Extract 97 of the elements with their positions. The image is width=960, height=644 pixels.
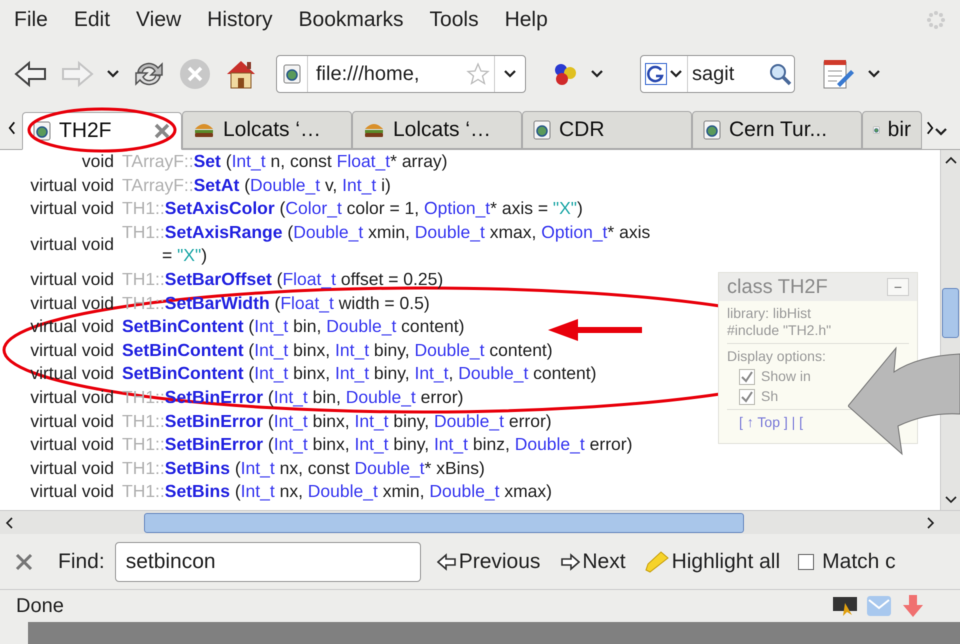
notepad-icon[interactable]	[821, 58, 855, 90]
library-text: library: libHist	[727, 305, 812, 322]
horizontal-scrollbar[interactable]	[0, 510, 960, 534]
menu-item[interactable]: Help	[504, 4, 548, 36]
tab-title: bir	[888, 117, 911, 144]
menu-item[interactable]: File	[14, 4, 48, 36]
search-icon[interactable]	[768, 62, 792, 86]
scroll-down-icon[interactable]	[944, 496, 956, 504]
burger-icon	[193, 121, 215, 139]
search-field[interactable]: sagit	[640, 55, 795, 93]
scrollbar-thumb[interactable]	[942, 288, 959, 338]
return-type: virtual void	[30, 433, 114, 456]
caret-icon[interactable]	[590, 69, 604, 79]
caret-icon[interactable]	[106, 69, 120, 79]
method-signature: TH1::SetBinError (Int_t binx, Int_t biny, Double_t error)	[122, 410, 552, 433]
checkbox[interactable]	[739, 388, 755, 404]
checkbox[interactable]	[739, 368, 755, 384]
method-signature: SetBinContent (Int_t binx, Int_t biny, Int_t, Double_t content)	[122, 362, 596, 386]
right-arrow-icon	[560, 552, 580, 570]
option-label: Sh	[761, 388, 778, 405]
browser-tab[interactable]: CDR	[522, 111, 692, 149]
menu-item[interactable]: Bookmarks	[298, 4, 404, 36]
page-icon	[33, 121, 51, 141]
caret-icon[interactable]	[867, 69, 881, 79]
tab-title: Cern Tur...	[729, 117, 828, 144]
close-icon[interactable]	[14, 552, 34, 572]
caret-icon[interactable]	[934, 127, 948, 137]
spinner-icon	[926, 10, 946, 30]
method-signature: TH1::SetBinError (Int_t binx, Int_t biny, Int_t binz, Double_t error)	[122, 433, 632, 456]
panel-title: class TH2F	[727, 275, 828, 300]
url-field[interactable]: file:///home,	[276, 55, 526, 93]
minimize-button[interactable]: −	[886, 278, 909, 296]
include-text: #include "TH2.h"	[727, 322, 832, 339]
return-type: void	[82, 150, 114, 173]
left-arrow-icon	[436, 552, 457, 570]
return-type: virtual void	[30, 386, 114, 409]
tab-title: CDR	[559, 117, 604, 144]
search-text: sagit	[691, 62, 736, 87]
tab-title: Lolcats ‘…	[393, 117, 492, 144]
caret-icon[interactable]	[669, 69, 683, 79]
previous-button[interactable]: Previous	[436, 546, 540, 578]
find-field[interactable]: setbincon	[114, 542, 421, 582]
browser-tab[interactable]: Lolcats ‘…	[182, 111, 352, 149]
menu-item[interactable]: Edit	[74, 4, 110, 36]
browser-tab[interactable]: TH2F	[22, 112, 182, 150]
browser-tab[interactable]: Cern Tur...	[692, 111, 862, 149]
url-text: file:///home,	[315, 62, 420, 87]
browser-tab[interactable]: Lolcats ‘…	[352, 111, 522, 149]
scroll-up-icon[interactable]	[944, 156, 956, 164]
tab-title: TH2F	[59, 118, 112, 144]
return-type: virtual void	[30, 315, 114, 338]
caret-icon[interactable]	[503, 69, 517, 79]
return-type: virtual void	[30, 197, 114, 220]
addon-icon[interactable]	[552, 61, 578, 87]
method-signature: TH1::SetBins (Int_t nx, const Double_t* xBins)	[122, 456, 485, 480]
return-type: virtual void	[30, 174, 114, 197]
method-signature: TH1::SetBarOffset (Float_t offset = 0.25)	[122, 268, 444, 291]
return-type: virtual void	[30, 338, 114, 362]
panel-links[interactable]: [ ↑ Top ] | [	[739, 414, 804, 431]
method-signature: TH1::SetAxisColor (Color_t color = 1, Option_t* axis = "X")	[122, 197, 583, 220]
display-options-label: Display options:	[727, 348, 827, 365]
method-signature: TArrayF::Set (Int_t n, const Float_t* array)	[122, 150, 448, 173]
signature-continuation: = "X")	[161, 244, 208, 268]
method-signature: TH1::SetAxisRange (Double_t xmin, Double_t xmax, Option_t* axis	[122, 220, 650, 244]
search-engine-icon[interactable]	[645, 63, 667, 85]
page-icon	[283, 64, 301, 84]
tab-title: Lolcats ‘…	[223, 117, 322, 144]
next-button[interactable]: Next	[560, 546, 626, 578]
close-icon[interactable]	[153, 122, 171, 140]
scrollbar-thumb[interactable]	[144, 512, 744, 532]
return-type: virtual void	[30, 480, 114, 504]
find-label: Find:	[58, 548, 105, 575]
return-type: virtual void	[30, 232, 114, 256]
page-icon	[703, 120, 721, 140]
star-icon[interactable]	[466, 62, 490, 86]
certificate-icon	[832, 595, 858, 617]
match-case-label: Match c	[822, 548, 896, 575]
method-signature: TArrayF::SetAt (Double_t v, Int_t i)	[122, 174, 391, 197]
checkbox[interactable]	[798, 554, 814, 570]
return-type: virtual void	[30, 268, 114, 291]
browser-tab[interactable]: bir	[862, 111, 922, 149]
return-type: virtual void	[30, 456, 114, 480]
menu-item[interactable]: View	[136, 4, 182, 36]
back-arrow-icon[interactable]	[14, 60, 48, 88]
menu-item[interactable]: History	[207, 4, 273, 36]
burger-icon	[363, 121, 385, 139]
highlighter-icon	[644, 550, 670, 574]
method-signature: TH1::SetBins (Int_t nx, Double_t xmin, Double_t xmax)	[122, 480, 552, 504]
method-signature: SetBinContent (Int_t bin, Double_t content)	[122, 315, 464, 338]
method-signature: SetBinContent (Int_t binx, Int_t biny, Double_t content)	[122, 338, 553, 362]
return-type: virtual void	[30, 292, 114, 315]
highlight-all-button[interactable]: Highlight all	[644, 546, 780, 578]
status-text: Done	[16, 594, 64, 619]
page-icon	[533, 120, 551, 140]
option-label: Show in	[761, 368, 811, 385]
menu-item[interactable]: Tools	[430, 4, 479, 36]
return-type: virtual void	[30, 410, 114, 433]
